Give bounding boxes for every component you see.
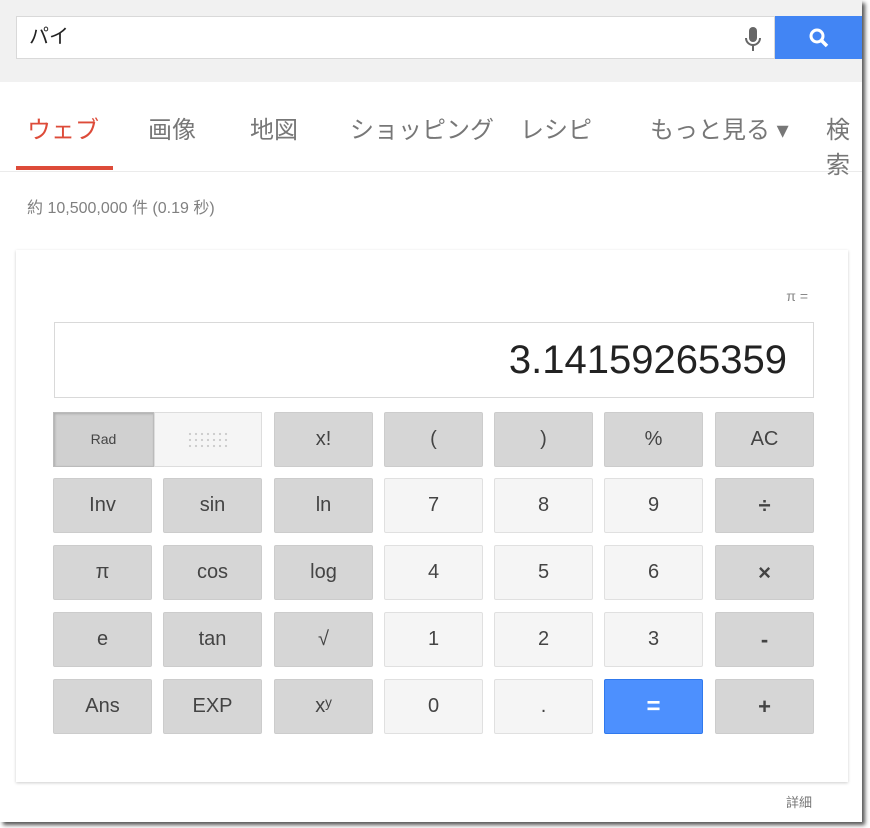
search-icon [809,28,829,48]
key-4-4[interactable]: . [494,679,593,734]
rad-button[interactable]: Rad [53,412,154,467]
key-3-3[interactable]: 1 [384,612,483,667]
deg-button[interactable] [154,412,262,467]
tab-2[interactable]: 地図 [250,110,298,145]
search-input[interactable]: パイ [16,16,775,59]
key-0-3[interactable]: % [604,412,703,467]
search-query: パイ [29,26,69,48]
calculator-display: 3.14159265359 [54,322,814,398]
key-2-6[interactable]: × [715,545,814,600]
more-info-link[interactable]: 詳細 [786,792,812,811]
key-1-0[interactable]: Inv [53,478,152,533]
key-2-5[interactable]: 6 [604,545,703,600]
key-2-2[interactable]: log [274,545,373,600]
tab-4[interactable]: レシピ [520,110,592,145]
key-2-1[interactable]: cos [163,545,262,600]
key-1-1[interactable]: sin [163,478,262,533]
search-header: パイ [0,0,862,82]
tab-5[interactable]: もっと見る ▾ [650,110,789,145]
key-2-0[interactable]: π [53,545,152,600]
browser-page: パイ ウェブ 画像 地図 ショッピング レシピ もっと見る ▾ 検索 約 10,500,00… [0,0,862,822]
microphone-icon[interactable] [742,26,764,52]
search-tabs: ウェブ 画像 地図 ショッピング レシピ もっと見る ▾ 検索 [0,100,862,179]
key-3-4[interactable]: 2 [494,612,593,667]
key-1-6[interactable]: ÷ [715,478,814,533]
key-4-2[interactable]: xʸ [274,679,373,734]
key-3-6[interactable]: - [715,612,814,667]
key-4-0[interactable]: Ans [53,679,152,734]
key-1-4[interactable]: 8 [494,478,593,533]
key-3-1[interactable]: tan [163,612,262,667]
key-4-5[interactable]: = [604,679,703,734]
key-4-3[interactable]: 0 [384,679,483,734]
deg-placeholder-dots [187,430,229,449]
search-button[interactable] [775,16,862,59]
tab-6[interactable]: 検索 [826,110,862,180]
key-0-1[interactable]: ( [384,412,483,467]
tab-1[interactable]: 画像 [148,110,196,145]
key-0-2[interactable]: ) [494,412,593,467]
key-0-0[interactable]: x! [274,412,373,467]
calculator-expression: π = [786,288,808,304]
key-1-2[interactable]: ln [274,478,373,533]
tab-0[interactable]: ウェブ [27,110,99,145]
angle-mode-toggle[interactable]: Rad [53,412,262,467]
key-1-3[interactable]: 7 [384,478,483,533]
tab-3[interactable]: ショッピング [350,110,494,145]
key-2-3[interactable]: 4 [384,545,483,600]
key-3-0[interactable]: e [53,612,152,667]
active-tab-indicator [16,166,113,170]
result-stats: 約 10,500,000 件 (0.19 秒) [27,200,215,217]
key-1-5[interactable]: 9 [604,478,703,533]
key-3-2[interactable]: √ [274,612,373,667]
calculator-card: π = 3.14159265359 Rad x!()% AC Inv sin ln 7 8 9… [16,250,848,782]
key-3-5[interactable]: 3 [604,612,703,667]
key-4-6[interactable]: + [715,679,814,734]
key-0-4[interactable]: AC [715,412,814,467]
key-2-4[interactable]: 5 [494,545,593,600]
key-4-1[interactable]: EXP [163,679,262,734]
